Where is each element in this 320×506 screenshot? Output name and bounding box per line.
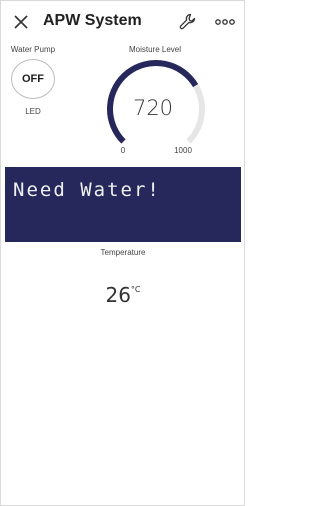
header-bar: APW System	[1, 1, 244, 45]
more-button[interactable]	[214, 13, 236, 31]
page-title: APW System	[43, 12, 142, 29]
app-frame: APW System Water Pump OFF LED Moisture L…	[0, 0, 245, 506]
temperature-readout: 26°C	[91, 283, 155, 307]
lcd-display: Need Water!	[5, 167, 241, 242]
moisture-value: 720	[132, 96, 174, 120]
settings-button[interactable]	[178, 12, 198, 32]
more-icon	[215, 19, 235, 25]
led-label: LED	[25, 107, 41, 116]
temperature-value: 26	[105, 283, 131, 307]
water-pump-toggle-button[interactable]: OFF	[11, 59, 55, 99]
lcd-message: Need Water!	[13, 179, 161, 201]
close-button[interactable]	[12, 13, 30, 31]
temperature-unit: °C	[130, 285, 141, 294]
water-pump-label: Water Pump	[10, 45, 56, 54]
temperature-label: Temperature	[100, 248, 146, 257]
close-icon	[14, 15, 28, 29]
wrench-icon	[179, 13, 196, 30]
moisture-level-label: Moisture Level	[128, 45, 182, 54]
gauge-max-label: 1000	[174, 146, 192, 155]
gauge-min-label: 0	[120, 146, 126, 155]
